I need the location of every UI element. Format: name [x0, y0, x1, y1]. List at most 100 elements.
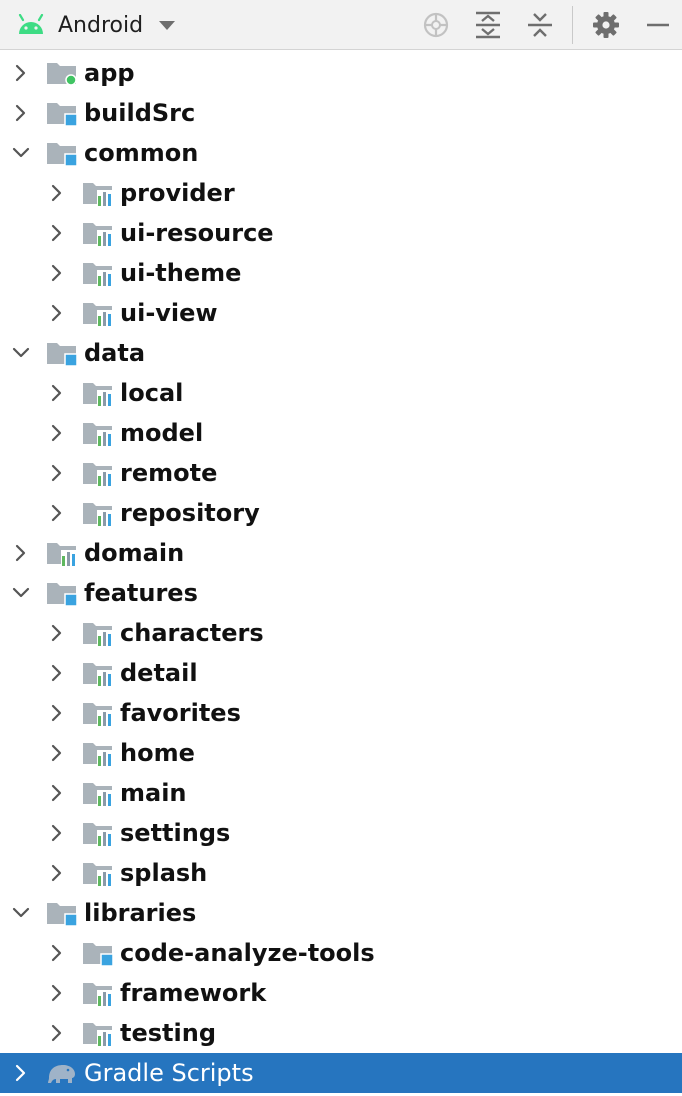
chevron-right-icon[interactable] [47, 703, 67, 723]
chevron-right-icon[interactable] [47, 943, 67, 963]
chevron-right-icon[interactable] [11, 63, 31, 83]
chevron-down-icon[interactable] [11, 343, 31, 363]
tree-item[interactable]: app [0, 53, 682, 93]
chevron-right-icon[interactable] [47, 463, 67, 483]
chevron-right-icon[interactable] [47, 423, 67, 443]
chevron-right-icon[interactable] [47, 623, 67, 643]
android-icon [18, 14, 44, 34]
chevron-right-icon[interactable] [47, 663, 67, 683]
chevron-right-icon[interactable] [11, 543, 31, 563]
chevron-right-icon[interactable] [47, 183, 67, 203]
tree-item[interactable]: code-analyze-tools [0, 933, 682, 973]
module-folder-icon [47, 143, 78, 166]
chevron-right-icon[interactable] [47, 863, 67, 883]
tree-item[interactable]: repository [0, 493, 682, 533]
tree-item[interactable]: ui-view [0, 293, 682, 333]
library-module-icon [83, 1023, 113, 1046]
chevron-right-icon[interactable] [47, 783, 67, 803]
chevron-right-icon[interactable] [47, 1023, 67, 1043]
chevron-down-icon [159, 21, 176, 30]
library-module-icon [83, 703, 113, 726]
tree-item-label: libraries [84, 899, 197, 927]
chevron-right-icon[interactable] [47, 223, 67, 243]
tree-item[interactable]: detail [0, 653, 682, 693]
chevron-right-icon[interactable] [47, 743, 67, 763]
collapse-all-button[interactable] [522, 7, 558, 43]
tree-item-label: ui-theme [120, 259, 242, 287]
tree-item[interactable]: common [0, 133, 682, 173]
library-module-icon [83, 463, 113, 486]
tree-item[interactable]: main [0, 773, 682, 813]
chevron-right-icon[interactable] [47, 383, 67, 403]
module-folder-icon [47, 103, 78, 126]
tree-item[interactable]: model [0, 413, 682, 453]
tree-item-label: framework [120, 979, 267, 1007]
locate-button[interactable] [418, 7, 454, 43]
project-tree: app buildSrc common provider ui-resource ui-t… [0, 53, 682, 1093]
tree-item-label: testing [120, 1019, 216, 1047]
project-toolbar: Android [0, 0, 682, 50]
chevron-right-icon[interactable] [47, 503, 67, 523]
tree-item[interactable]: local [0, 373, 682, 413]
tree-item-label: features [84, 579, 198, 607]
hide-panel-button[interactable] [640, 7, 676, 43]
tree-item[interactable]: Gradle Scripts [0, 1053, 682, 1093]
tree-item-label: provider [120, 179, 235, 207]
library-module-icon [83, 223, 113, 246]
library-module-icon [47, 543, 77, 566]
tree-item[interactable]: framework [0, 973, 682, 1013]
chevron-right-icon[interactable] [11, 103, 31, 123]
library-module-icon [83, 823, 113, 846]
tree-item[interactable]: domain [0, 533, 682, 573]
tree-item-label: repository [120, 499, 260, 527]
settings-button[interactable] [588, 7, 624, 43]
tree-item[interactable]: buildSrc [0, 93, 682, 133]
expand-all-button[interactable] [470, 7, 506, 43]
chevron-right-icon[interactable] [47, 303, 67, 323]
tree-item[interactable]: features [0, 573, 682, 613]
toolbar-separator [572, 6, 573, 44]
library-module-icon [83, 423, 113, 446]
view-mode-label: Android [58, 12, 144, 38]
tree-item[interactable]: libraries [0, 893, 682, 933]
tree-item-label: buildSrc [84, 99, 196, 127]
tree-item[interactable]: ui-theme [0, 253, 682, 293]
tree-item-label: domain [84, 539, 185, 567]
tree-item-label: detail [120, 659, 198, 687]
library-module-icon [83, 383, 113, 406]
tree-item[interactable]: testing [0, 1013, 682, 1053]
chevron-down-icon[interactable] [11, 903, 31, 923]
tree-item[interactable]: favorites [0, 693, 682, 733]
tree-item[interactable]: ui-resource [0, 213, 682, 253]
collapse-all-icon [528, 13, 552, 37]
gear-icon [593, 12, 619, 38]
tree-item-label: ui-view [120, 299, 218, 327]
tree-item[interactable]: home [0, 733, 682, 773]
module-folder-icon [47, 903, 78, 926]
chevron-right-icon[interactable] [11, 1063, 31, 1083]
chevron-down-icon[interactable] [11, 583, 31, 603]
tree-item[interactable]: provider [0, 173, 682, 213]
tree-item[interactable]: settings [0, 813, 682, 853]
tree-item[interactable]: splash [0, 853, 682, 893]
chevron-down-icon[interactable] [11, 143, 31, 163]
project-tool-window: Android app buildSrc common provider ui-… [0, 0, 682, 1096]
chevron-right-icon[interactable] [47, 263, 67, 283]
chevron-right-icon[interactable] [47, 823, 67, 843]
expand-all-icon [476, 11, 500, 39]
tree-item-label: main [120, 779, 187, 807]
tree-item-label: remote [120, 459, 218, 487]
minimize-icon [647, 23, 669, 27]
gradle-elephant-icon [48, 1065, 75, 1083]
library-module-icon [83, 623, 113, 646]
tree-item-label: characters [120, 619, 264, 647]
tree-item[interactable]: characters [0, 613, 682, 653]
chevron-right-icon[interactable] [47, 983, 67, 1003]
module-folder-icon [47, 343, 78, 366]
tree-item-label: Gradle Scripts [84, 1059, 254, 1087]
tree-item[interactable]: data [0, 333, 682, 373]
tree-item-label: common [84, 139, 199, 167]
tree-item[interactable]: remote [0, 453, 682, 493]
module-folder-icon [83, 943, 114, 966]
view-mode-dropdown[interactable]: Android [10, 6, 177, 44]
